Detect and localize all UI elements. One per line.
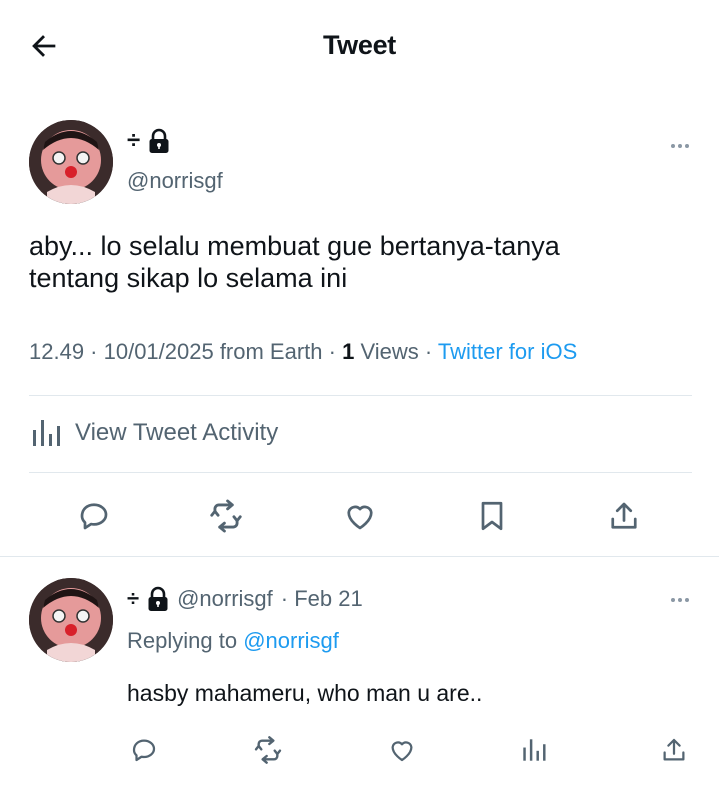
- bookmark-icon: [481, 501, 503, 531]
- retweet-button[interactable]: [204, 494, 248, 538]
- more-dot-icon: [671, 598, 675, 602]
- reply-icon: [132, 739, 156, 762]
- divider: [29, 395, 692, 396]
- bookmark-button[interactable]: [470, 494, 514, 538]
- share-icon: [663, 738, 685, 761]
- views-count: 1: [342, 339, 355, 364]
- divider: [0, 556, 719, 557]
- reply-share-button[interactable]: [656, 732, 692, 768]
- divider: [29, 472, 692, 473]
- retweet-icon: [210, 499, 242, 533]
- like-icon: [347, 505, 373, 530]
- reply-more-options-button[interactable]: [665, 590, 695, 610]
- reply-retweet-button[interactable]: [250, 732, 286, 768]
- author-handle[interactable]: @norrisgf: [127, 168, 223, 194]
- reply-date[interactable]: · Feb 21: [281, 586, 363, 612]
- more-dot-icon: [678, 144, 682, 148]
- avatar-image: [29, 578, 113, 662]
- tweet-text-line: aby... lo selalu membuat gue bertanya-ta…: [29, 231, 560, 261]
- name-symbol: ÷: [127, 127, 141, 154]
- analytics-icon: [523, 739, 546, 761]
- retweet-icon: [254, 736, 282, 764]
- reply-analytics-button[interactable]: [516, 732, 552, 768]
- reply-actions: [0, 732, 719, 768]
- reply-icon: [80, 503, 108, 530]
- more-options-button[interactable]: [665, 136, 695, 156]
- replying-prefix: Replying to: [127, 628, 244, 653]
- reply-text: hasby mahameru, who man u are..: [127, 680, 483, 706]
- tweet-meta: 12.49 · 10/01/2025 from Earth · 1 Views …: [29, 339, 577, 365]
- author-name: ÷: [127, 127, 170, 155]
- replying-to: Replying to @norrisgf: [127, 628, 339, 654]
- reply-like-button[interactable]: [384, 732, 420, 768]
- reply-avatar[interactable]: [29, 578, 113, 662]
- tweet-text: aby... lo selalu membuat gue bertanya-ta…: [29, 230, 689, 294]
- avatar-image: [29, 120, 113, 204]
- more-dot-icon: [685, 144, 689, 148]
- activity-label: View Tweet Activity: [75, 419, 279, 446]
- reply-reply-button[interactable]: [126, 732, 162, 768]
- more-dot-icon: [685, 598, 689, 602]
- tweet-actions: [0, 494, 719, 540]
- page-title: Tweet: [322, 30, 396, 60]
- reply-handle[interactable]: @norrisgf: [177, 586, 273, 612]
- more-dot-icon: [671, 144, 675, 148]
- timestamp[interactable]: 12.49 · 10/01/2025 from Earth ·: [29, 339, 342, 364]
- replying-to-link[interactable]: @norrisgf: [243, 628, 339, 653]
- top-bar: Tweet: [0, 0, 719, 90]
- reply-header: ÷ @norrisgf · Feb 21: [127, 586, 363, 612]
- reply-button[interactable]: [72, 494, 116, 538]
- source-link[interactable]: Twitter for iOS: [438, 339, 577, 364]
- views-label: Views ·: [354, 339, 438, 364]
- name-symbol: ÷: [127, 586, 140, 611]
- avatar[interactable]: [29, 120, 113, 204]
- tweet-text-line: tentang sikap lo selama ini: [29, 263, 348, 293]
- like-button[interactable]: [338, 494, 382, 538]
- analytics-icon: [33, 420, 60, 446]
- like-icon: [391, 741, 413, 762]
- share-button[interactable]: [602, 494, 646, 538]
- lock-icon: [149, 128, 169, 153]
- share-icon: [611, 502, 637, 529]
- lock-icon: [148, 586, 168, 611]
- view-tweet-activity-button[interactable]: View Tweet Activity: [29, 416, 278, 450]
- more-dot-icon: [678, 598, 682, 602]
